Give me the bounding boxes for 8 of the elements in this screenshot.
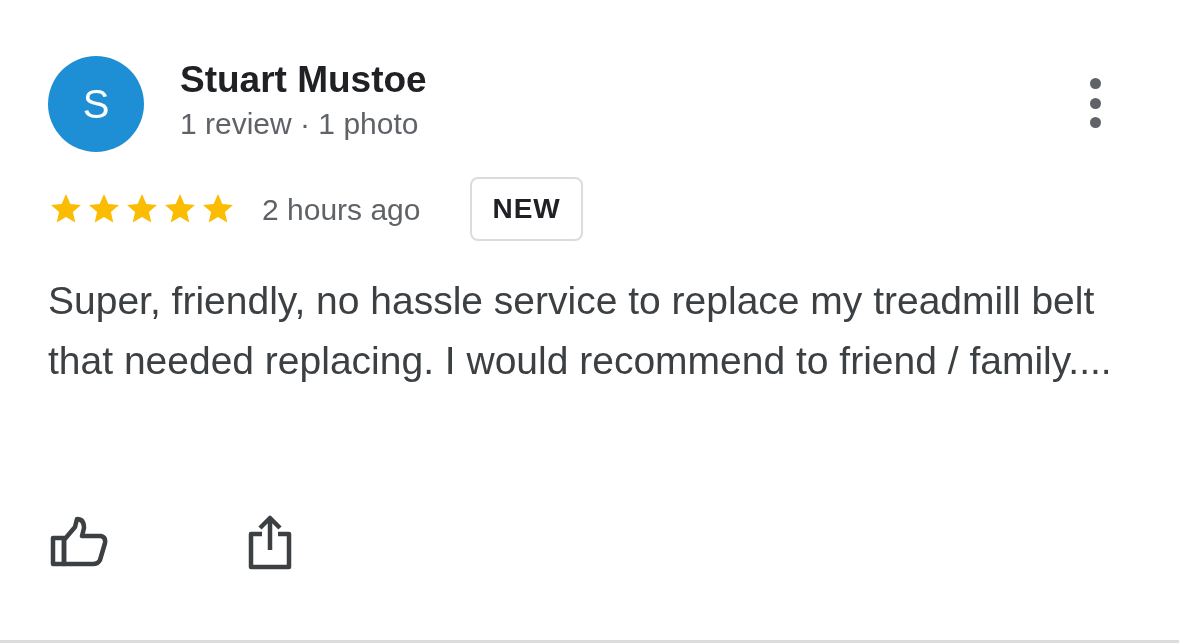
share-icon[interactable]: [248, 514, 292, 570]
review-time: 2 hours ago: [262, 191, 421, 228]
review-text: Super, friendly, no hassle service to replace my treadmill belt that needed replacing. I would recommend to friend / family....: [48, 278, 1113, 384]
avatar: S: [48, 56, 144, 152]
new-badge: NEW: [470, 177, 583, 241]
reviewer-stats: 1 review · 1 photo: [180, 106, 420, 142]
thumbs-up-icon[interactable]: [50, 516, 108, 568]
reviewer-name[interactable]: Stuart Mustoe: [180, 58, 427, 102]
